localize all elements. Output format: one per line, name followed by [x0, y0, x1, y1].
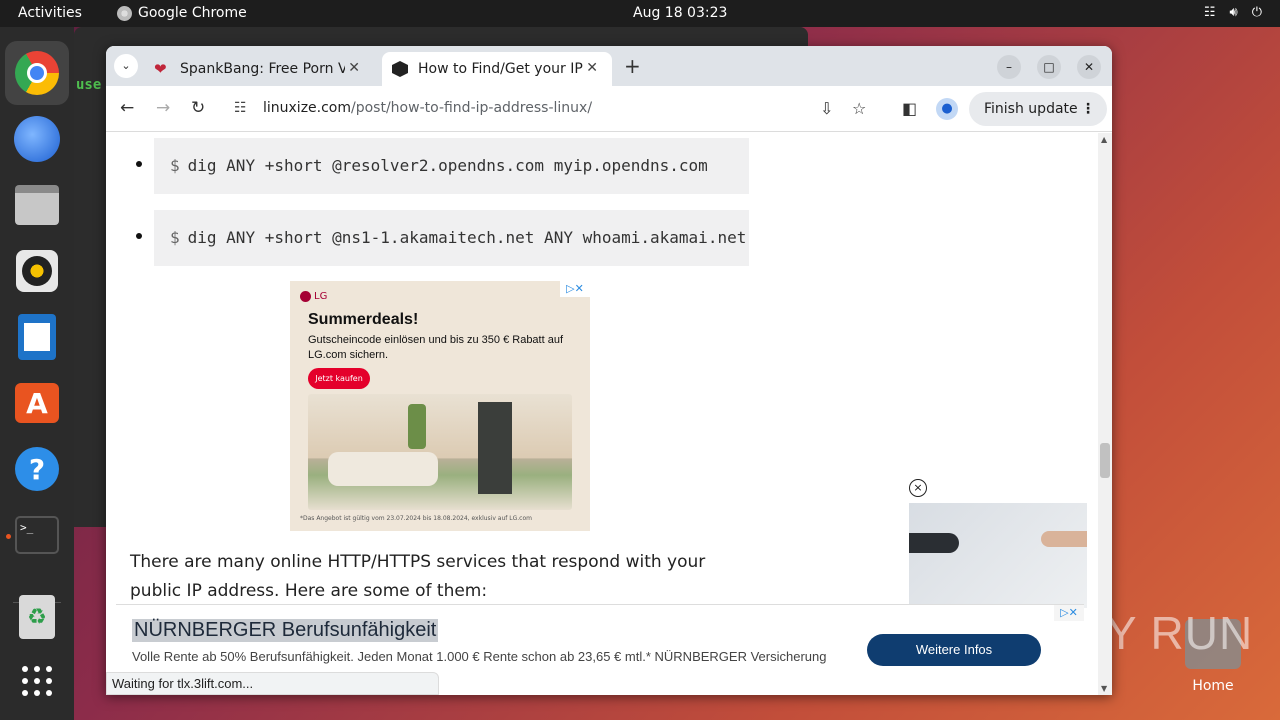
writer-launcher[interactable] [5, 305, 69, 369]
code-block: $ dig ANY +short @resolver2.opendns.com m… [154, 138, 749, 194]
network-icon[interactable]: ☷ [1204, 5, 1216, 20]
help-icon: ? [15, 447, 59, 491]
close-tab-icon[interactable]: ✕ [586, 60, 598, 76]
side-video-ad[interactable] [909, 503, 1087, 608]
rhythmbox-icon [16, 250, 58, 292]
rhythmbox-launcher[interactable] [5, 239, 69, 303]
chrome-launcher[interactable] [5, 41, 69, 105]
adchoices-icon[interactable]: ▷✕ [1054, 605, 1084, 621]
chrome-icon [15, 51, 59, 95]
minimize-button[interactable]: – [997, 55, 1021, 79]
home-label: Home [1192, 678, 1234, 694]
new-tab-button[interactable]: + [624, 54, 641, 78]
menu-dots-icon: ⋮ [1081, 101, 1095, 117]
scroll-down-icon[interactable]: ▼ [1101, 684, 1107, 693]
adchoices-icon[interactable]: ▷✕ [560, 281, 590, 297]
app-center-launcher[interactable]: A [5, 371, 69, 435]
scroll-up-icon[interactable]: ▲ [1101, 135, 1107, 144]
lg-advertisement[interactable]: ▷✕ LG Summerdeals! Gutscheincode einlöse… [290, 281, 590, 531]
ad-cta-button[interactable]: Jetzt kaufen [308, 368, 370, 389]
bookmark-star-icon[interactable]: ☆ [852, 99, 866, 118]
tab-search-button[interactable]: ⌄ [114, 54, 138, 78]
files-icon [15, 185, 59, 225]
trash-icon: ♻ [19, 595, 55, 639]
app-center-icon: A [15, 383, 59, 423]
browser-toolbar: ← → ↻ ☷ linuxize.com/post/how-to-find-ip… [106, 86, 1112, 132]
code-text: dig ANY +short @resolver2.opendns.com my… [187, 156, 708, 175]
close-window-button[interactable]: ✕ [1077, 55, 1101, 79]
clock[interactable]: Aug 18 03:23 [633, 5, 727, 21]
ad-fine-print: *Das Angebot ist gültig vom 23.07.2024 b… [300, 515, 532, 522]
tab-strip: ⌄ ❤ SpankBang: Free Porn V ✕ How to Find… [106, 46, 1112, 86]
tab-linuxize[interactable]: How to Find/Get your IP ✕ [382, 52, 612, 86]
profile-avatar-icon[interactable]: ● [936, 98, 958, 120]
site-info-icon[interactable]: ☷ [234, 100, 247, 116]
address-bar[interactable]: ☷ linuxize.com/post/how-to-find-ip-addre… [226, 92, 881, 126]
dock: A ? >_ ♻ [0, 27, 74, 720]
heart-favicon-icon: ❤ [154, 60, 167, 78]
human-hand-image [1041, 531, 1087, 547]
back-button[interactable]: ← [120, 98, 134, 118]
close-ad-icon[interactable]: × [909, 479, 927, 497]
lg-logo: LG [300, 291, 327, 302]
writer-icon [18, 314, 56, 360]
terminal-icon: >_ [15, 516, 59, 554]
url-text: linuxize.com/post/how-to-find-ip-address… [263, 100, 593, 116]
app-name: Google Chrome [138, 5, 247, 21]
trash-launcher[interactable]: ♻ [5, 585, 69, 649]
chrome-window: ⌄ ❤ SpankBang: Free Porn V ✕ How to Find… [106, 46, 1112, 695]
forward-button[interactable]: → [156, 98, 170, 118]
status-bubble: Waiting for tlx.3lift.com... [106, 672, 439, 695]
article-paragraph: There are many online HTTP/HTTPS service… [130, 552, 706, 601]
activities-button[interactable]: Activities [18, 5, 82, 21]
chrome-icon [117, 5, 132, 21]
weitere-infos-button[interactable]: Weitere Infos [867, 634, 1041, 666]
system-tray[interactable]: ☷ 🔊︎ ⏻ [1204, 5, 1262, 20]
files-launcher[interactable] [5, 173, 69, 237]
show-apps-icon [22, 666, 52, 696]
list-bullet [136, 161, 142, 167]
show-apps-button[interactable] [5, 649, 69, 713]
scrollbar-thumb[interactable] [1100, 443, 1110, 478]
banner-ad-title: NÜRNBERGER Berufsunfähigkeit [132, 619, 439, 642]
app-menu[interactable]: Google Chrome [117, 5, 247, 21]
reload-button[interactable]: ↻ [191, 98, 205, 118]
thunderbird-launcher[interactable] [5, 107, 69, 171]
list-bullet [136, 233, 142, 239]
tab-title: SpankBang: Free Porn V [180, 61, 345, 77]
thunderbird-icon [14, 116, 60, 162]
side-panel-icon[interactable]: ◧ [902, 99, 917, 118]
ad-headline: Summerdeals! [308, 311, 419, 328]
maximize-button[interactable]: □ [1037, 55, 1061, 79]
tab-spankbang[interactable]: ❤ SpankBang: Free Porn V ✕ [144, 52, 374, 86]
code-block: $ dig ANY +short @ns1-1.akamaitech.net AN… [154, 210, 749, 266]
power-icon[interactable]: ⏻ [1252, 5, 1262, 20]
linuxize-favicon-icon [392, 61, 408, 77]
robot-hand-image [909, 533, 959, 553]
finish-update-button[interactable]: Finish update ⋮ [969, 92, 1107, 126]
page-content: $ dig ANY +short @resolver2.opendns.com m… [106, 133, 1098, 695]
page-scrollbar[interactable]: ▲ ▼ [1098, 133, 1112, 695]
help-launcher[interactable]: ? [5, 437, 69, 501]
terminal-text: use [76, 77, 102, 93]
close-tab-icon[interactable]: ✕ [348, 60, 360, 76]
tab-title: How to Find/Get your IP [418, 61, 583, 77]
banner-ad-body: Volle Rente ab 50% Berufsunfähigkeit. Je… [132, 649, 827, 664]
ad-subline: Gutscheincode einlösen und bis zu 350 € … [308, 334, 564, 361]
terminal-launcher[interactable]: >_ [5, 503, 69, 567]
code-text: dig ANY +short @ns1-1.akamaitech.net ANY… [187, 228, 747, 247]
install-app-icon[interactable]: ⇩ [820, 99, 833, 118]
volume-icon[interactable]: 🔊︎ [1230, 5, 1238, 20]
top-bar: Activities Google Chrome Aug 18 03:23 ☷ … [0, 0, 1280, 27]
ad-room-image [308, 394, 572, 510]
